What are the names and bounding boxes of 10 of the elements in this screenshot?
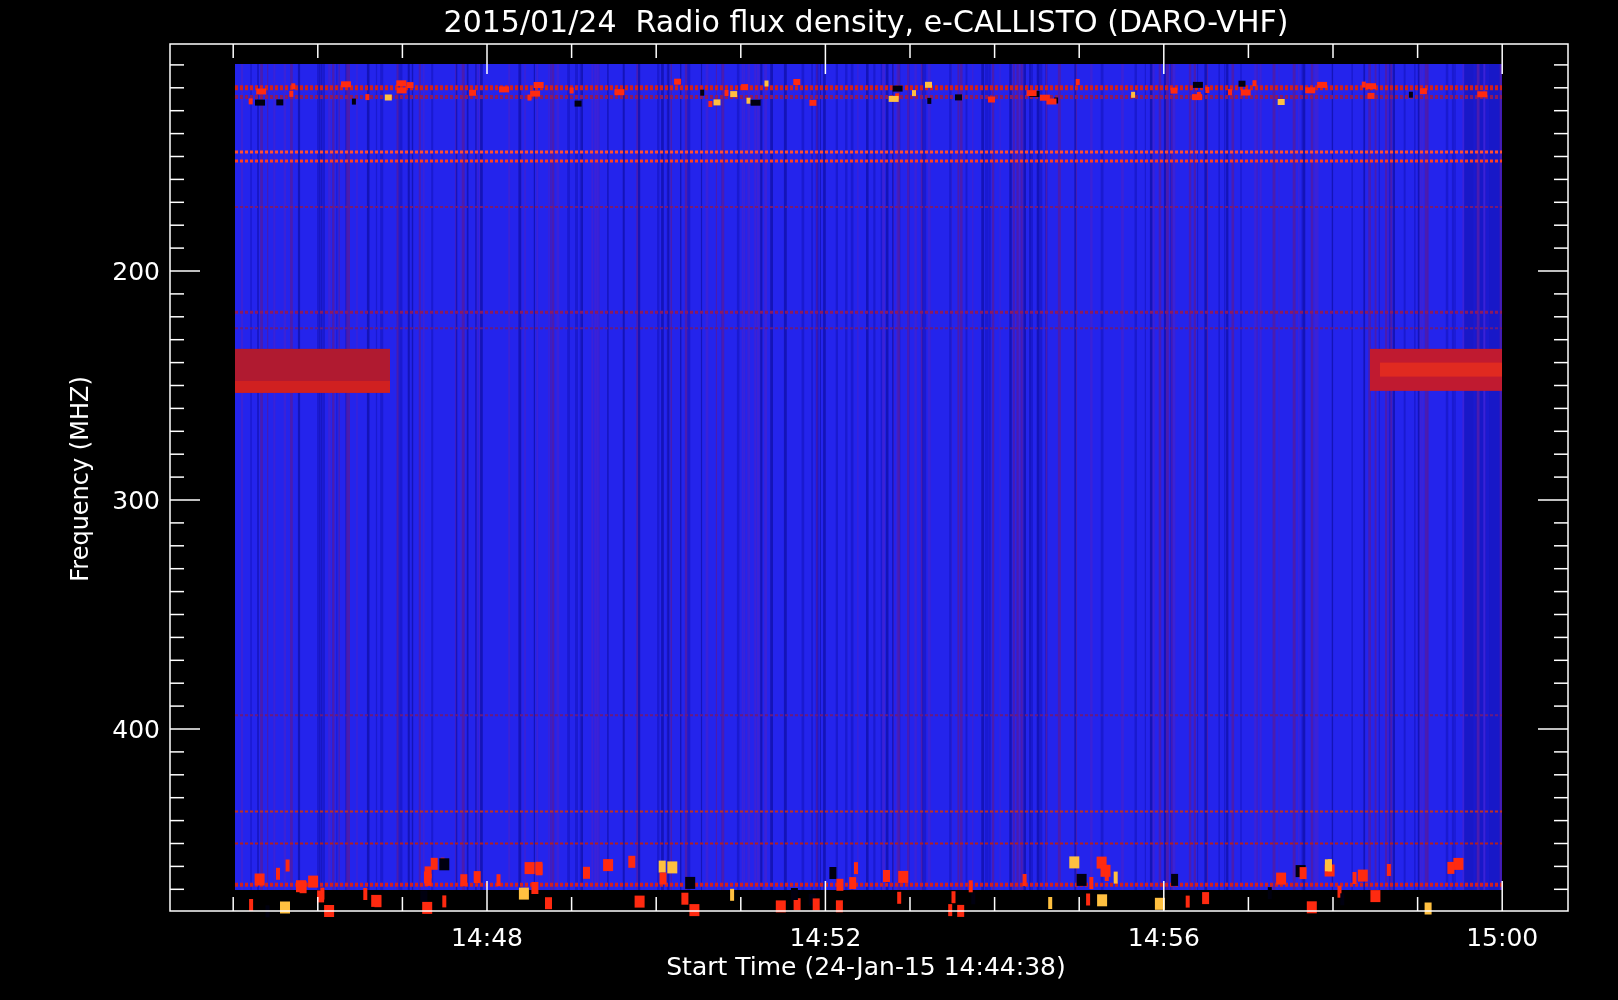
axis-label: Frequency (MHZ) [66, 376, 94, 582]
tick-label: 400 [112, 715, 160, 744]
plot-title: 2015/01/24 Radio flux density, e-CALLISTO (DARO-VHF) [443, 4, 1289, 39]
axis-label: Start Time (24-Jan-15 14:44:38) [666, 952, 1066, 981]
tick-label: 200 [112, 257, 160, 286]
tick-label: 14:52 [789, 923, 862, 952]
tick-label: 14:48 [451, 923, 523, 952]
tick-label: 300 [112, 486, 160, 515]
tick-label: 14:56 [1127, 923, 1200, 952]
tick-label: 15:00 [1466, 923, 1539, 952]
